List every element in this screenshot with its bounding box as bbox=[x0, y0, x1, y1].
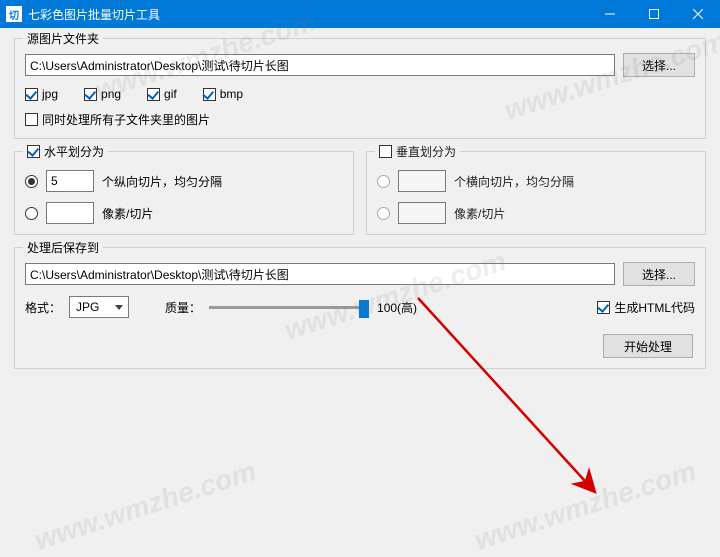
vsplit-count-radio[interactable] bbox=[377, 175, 390, 188]
close-button[interactable] bbox=[676, 0, 720, 28]
output-select-button[interactable]: 选择... bbox=[623, 262, 695, 286]
start-button[interactable]: 开始处理 bbox=[603, 334, 693, 358]
hsplit-count-radio[interactable] bbox=[25, 175, 38, 188]
output-path-input[interactable] bbox=[25, 263, 615, 285]
minimize-button[interactable] bbox=[588, 0, 632, 28]
format-png-checkbox[interactable]: png bbox=[84, 87, 121, 101]
quality-slider[interactable] bbox=[209, 297, 369, 317]
radio-icon bbox=[25, 175, 38, 188]
format-bmp-checkbox[interactable]: bmp bbox=[203, 87, 243, 101]
vsplit-pixel-radio[interactable] bbox=[377, 207, 390, 220]
horizontal-split-enable-checkbox[interactable]: 水平划分为 bbox=[27, 143, 104, 160]
gen-html-label: 生成HTML代码 bbox=[614, 299, 695, 316]
format-gif-checkbox[interactable]: gif bbox=[147, 87, 177, 101]
format-png-label: png bbox=[101, 87, 121, 101]
format-select-value: JPG bbox=[76, 300, 99, 314]
radio-icon bbox=[25, 207, 38, 220]
vsplit-pixel-input[interactable] bbox=[398, 202, 446, 224]
vsplit-count-input[interactable] bbox=[398, 170, 446, 192]
horizontal-split-group: 水平划分为 个纵向切片，均匀分隔 像素/切片 bbox=[14, 151, 354, 235]
format-label: 格式： bbox=[25, 299, 61, 316]
title-bar: 切 七彩色图片批量切片工具 bbox=[0, 0, 720, 28]
output-group-label: 处理后保存到 bbox=[23, 239, 103, 256]
checkbox-icon bbox=[203, 88, 216, 101]
checkbox-icon bbox=[25, 88, 38, 101]
horizontal-split-label: 水平划分为 bbox=[44, 143, 104, 160]
vertical-split-group: 垂直划分为 个横向切片，均匀分隔 像素/切片 bbox=[366, 151, 706, 235]
hsplit-count-label: 个纵向切片，均匀分隔 bbox=[102, 173, 222, 190]
app-icon: 切 bbox=[6, 6, 22, 22]
source-group: 源图片文件夹 选择... jpg png gif bmp 同时处理所有子文件夹里… bbox=[14, 38, 706, 139]
radio-icon bbox=[377, 207, 390, 220]
vertical-split-enable-checkbox[interactable]: 垂直划分为 bbox=[379, 143, 456, 160]
format-bmp-label: bmp bbox=[220, 87, 243, 101]
source-path-input[interactable] bbox=[25, 54, 615, 76]
hsplit-pixel-label: 像素/切片 bbox=[102, 205, 153, 222]
checkbox-icon bbox=[27, 145, 40, 158]
radio-icon bbox=[377, 175, 390, 188]
subfolder-checkbox[interactable]: 同时处理所有子文件夹里的图片 bbox=[25, 111, 210, 128]
subfolder-label: 同时处理所有子文件夹里的图片 bbox=[42, 111, 210, 128]
vsplit-count-label: 个横向切片，均匀分隔 bbox=[454, 173, 574, 190]
gen-html-checkbox[interactable]: 生成HTML代码 bbox=[597, 299, 695, 316]
output-group: 处理后保存到 选择... 格式： JPG 质量： 100(高) 生成HTML代码… bbox=[14, 247, 706, 369]
vsplit-pixel-label: 像素/切片 bbox=[454, 205, 505, 222]
source-group-label: 源图片文件夹 bbox=[23, 30, 103, 47]
hsplit-pixel-input[interactable] bbox=[46, 202, 94, 224]
checkbox-icon bbox=[147, 88, 160, 101]
checkbox-icon bbox=[25, 113, 38, 126]
hsplit-pixel-radio[interactable] bbox=[25, 207, 38, 220]
checkbox-icon bbox=[597, 301, 610, 314]
checkbox-icon bbox=[379, 145, 392, 158]
source-select-button[interactable]: 选择... bbox=[623, 53, 695, 77]
format-gif-label: gif bbox=[164, 87, 177, 101]
watermark: www.wmzhe.com bbox=[31, 455, 260, 557]
quality-label: 质量： bbox=[165, 299, 201, 316]
quality-value: 100(高) bbox=[377, 299, 417, 316]
format-select[interactable]: JPG bbox=[69, 296, 129, 318]
vertical-split-label: 垂直划分为 bbox=[396, 143, 456, 160]
watermark: www.wmzhe.com bbox=[471, 455, 700, 557]
hsplit-count-input[interactable] bbox=[46, 170, 94, 192]
maximize-button[interactable] bbox=[632, 0, 676, 28]
checkbox-icon bbox=[84, 88, 97, 101]
format-jpg-label: jpg bbox=[42, 87, 58, 101]
slider-thumb-icon bbox=[359, 300, 369, 318]
format-jpg-checkbox[interactable]: jpg bbox=[25, 87, 58, 101]
window-title: 七彩色图片批量切片工具 bbox=[28, 6, 588, 23]
